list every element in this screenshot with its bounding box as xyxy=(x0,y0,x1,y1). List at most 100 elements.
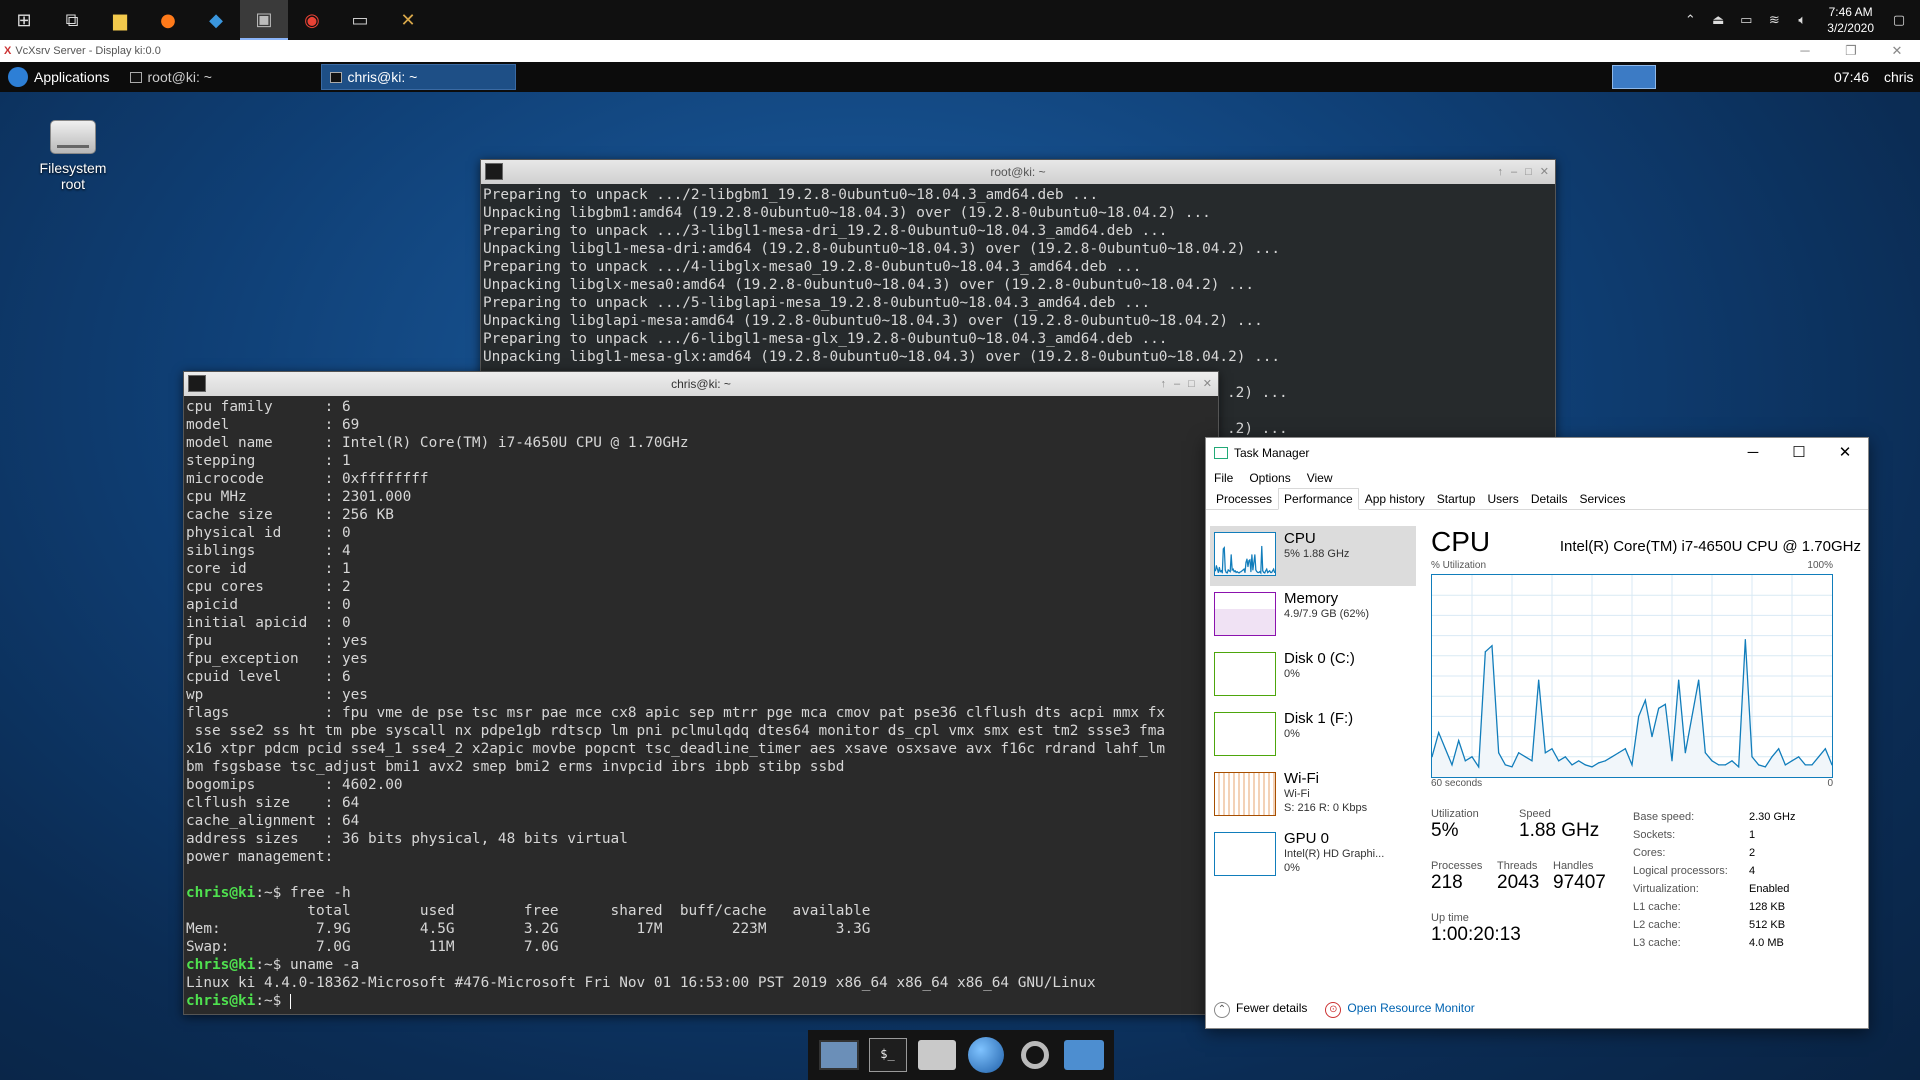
close-button[interactable]: ✕ xyxy=(1203,372,1212,396)
wifi-icon[interactable]: ≋ xyxy=(1765,13,1783,28)
prompt-suffix: :~$ xyxy=(255,993,290,1009)
prompt-line[interactable]: chris@ki:~$ xyxy=(186,992,1216,1010)
close-button[interactable]: ✕ xyxy=(1540,160,1549,184)
cpu-point xyxy=(1771,756,1773,758)
cpuinfo-line: fpu : yes xyxy=(186,633,368,649)
battery-icon[interactable]: ▭ xyxy=(1737,13,1755,28)
tab-processes[interactable]: Processes xyxy=(1210,488,1278,509)
cpuinfo-line: cache size : 256 KB xyxy=(186,507,394,523)
chris-terminal-titlebar[interactable]: chris@ki: ~ ↑ – □ ✕ xyxy=(184,372,1218,396)
cpu-model: Intel(R) Core(TM) i7-4650U CPU @ 1.70GHz xyxy=(1559,538,1861,555)
panel-clock[interactable]: 07:46 xyxy=(1834,62,1869,92)
cpu-point xyxy=(1638,715,1640,717)
disk0-mini-graph xyxy=(1214,652,1276,696)
disk1-mini-graph xyxy=(1214,712,1276,756)
usb-icon[interactable]: ⏏ xyxy=(1709,13,1727,28)
sidebar-item-memory[interactable]: Memory 4.9/7.9 GB (62%) xyxy=(1210,586,1416,646)
task-view-icon[interactable]: ⧉ xyxy=(48,0,96,40)
chris-terminal-window[interactable]: chris@ki: ~ ↑ – □ ✕ cpu family : 6 model … xyxy=(183,371,1219,1015)
command: free -h xyxy=(289,885,351,901)
volume-icon[interactable]: 🔈︎ xyxy=(1793,13,1811,28)
terminal-launcher-icon[interactable]: $_ xyxy=(867,1035,909,1075)
cpu-point xyxy=(1236,571,1238,573)
cpuinfo-line: physical id : 0 xyxy=(186,525,351,541)
task-manager-window[interactable]: Task Manager ─ ☐ ✕ File Options View Pro… xyxy=(1205,437,1869,1029)
tab-performance[interactable]: Performance xyxy=(1278,488,1359,510)
task-root-terminal[interactable]: root@ki: ~ xyxy=(122,64,317,90)
cpu-point xyxy=(1263,571,1265,574)
root-terminal-titlebar[interactable]: root@ki: ~ ↑ – □ ✕ xyxy=(481,160,1555,184)
sidebar-item-cpu[interactable]: CPU 5% 1.88 GHz xyxy=(1210,526,1416,586)
tab-startup[interactable]: Startup xyxy=(1431,488,1482,509)
maximize-button[interactable]: □ xyxy=(1188,372,1195,396)
menu-file[interactable]: File xyxy=(1214,471,1233,485)
chrome-icon[interactable]: ◉ xyxy=(288,0,336,40)
sidebar-item-disk0[interactable]: Disk 0 (C:) 0% xyxy=(1210,646,1416,706)
terminal-line: Preparing to unpack .../6-libgl1-mesa-gl… xyxy=(483,331,1168,347)
menu-options[interactable]: Options xyxy=(1249,471,1290,485)
minimize-button[interactable]: – xyxy=(1511,160,1517,184)
notification-icon[interactable]: ▢ xyxy=(1890,13,1908,28)
tab-details[interactable]: Details xyxy=(1525,488,1574,509)
tab-users[interactable]: Users xyxy=(1481,488,1524,509)
cpu-point xyxy=(1272,570,1274,572)
vcxsrv-title: VcXsrv Server - Display ki:0.0 xyxy=(15,45,161,57)
restore-button[interactable]: ❐ xyxy=(1828,40,1874,62)
cpu-point xyxy=(1246,558,1248,560)
minimize-button[interactable]: ─ xyxy=(1782,40,1828,62)
menu-view[interactable]: View xyxy=(1307,471,1333,485)
terminal-icon[interactable]: ▭ xyxy=(336,0,384,40)
file-manager-icon[interactable] xyxy=(1063,1035,1105,1075)
maximize-button[interactable]: ☐ xyxy=(1776,438,1822,468)
chevron-up-icon[interactable]: ⌃ xyxy=(1681,13,1699,28)
applications-menu[interactable]: Applications xyxy=(0,62,118,92)
close-button[interactable]: ✕ xyxy=(1874,40,1920,62)
threads-label: Threads xyxy=(1497,860,1538,872)
stick-button[interactable]: ↑ xyxy=(1498,160,1504,184)
cpu-point xyxy=(1227,569,1229,571)
xlaunch-icon[interactable]: ✕ xyxy=(384,0,432,40)
sidebar-item-gpu0[interactable]: GPU 0 Intel(R) HD Graphi... 0% xyxy=(1210,826,1416,886)
open-resource-monitor-link[interactable]: ⊙ Open Resource Monitor xyxy=(1325,1001,1475,1018)
chris-terminal-output[interactable]: cpu family : 6 model : 69 model name : Int… xyxy=(184,396,1218,1016)
app-finder-icon[interactable] xyxy=(1014,1035,1056,1075)
panel-user[interactable]: chris xyxy=(1884,62,1914,92)
workspace-switcher[interactable] xyxy=(1612,65,1656,89)
spec-key: L3 cache: xyxy=(1633,937,1681,949)
filesystem-root-icon[interactable]: Filesystem root xyxy=(24,120,122,192)
minimize-button[interactable]: ─ xyxy=(1730,438,1776,468)
cpu-point xyxy=(1744,639,1746,641)
fewer-details-button[interactable]: ⌃ Fewer details xyxy=(1214,1001,1307,1018)
cpu-point xyxy=(1671,760,1673,762)
spec-key: Sockets: xyxy=(1633,829,1676,841)
close-button[interactable]: ✕ xyxy=(1822,438,1868,468)
tab-services[interactable]: Services xyxy=(1574,488,1632,509)
window-title: root@ki: ~ xyxy=(990,165,1046,179)
minimize-button[interactable]: – xyxy=(1174,372,1180,396)
cpu-point xyxy=(1658,707,1660,709)
cpu-point xyxy=(1611,756,1613,758)
vcxsrv-icon[interactable]: ▣ xyxy=(240,0,288,40)
min-axis-label: 0 xyxy=(1827,778,1833,789)
sidebar-item-wifi[interactable]: Wi-Fi Wi-Fi S: 216 R: 0 Kbps xyxy=(1210,766,1416,826)
task-chris-terminal[interactable]: chris@ki: ~ xyxy=(320,64,516,90)
wifi-mini-graph xyxy=(1214,772,1276,816)
processes-label: Processes xyxy=(1431,860,1483,872)
stick-button[interactable]: ↑ xyxy=(1161,372,1167,396)
vscode-icon[interactable]: ◆ xyxy=(192,0,240,40)
tab-app-history[interactable]: App history xyxy=(1359,488,1431,509)
home-folder-icon[interactable] xyxy=(916,1035,958,1075)
show-desktop-icon[interactable] xyxy=(818,1035,860,1075)
file-explorer-icon[interactable]: ▆ xyxy=(96,0,144,40)
cpu-point xyxy=(1222,548,1224,550)
windows-start-icon[interactable]: ⊞ xyxy=(0,0,48,40)
cpuinfo-line: cpu MHz : 2301.000 xyxy=(186,489,412,505)
cpu-mini-graph xyxy=(1214,532,1276,576)
drive-icon xyxy=(50,120,96,154)
taskbar-clock[interactable]: 7:46 AM 3/2/2020 xyxy=(1821,4,1880,36)
web-browser-icon[interactable] xyxy=(965,1035,1007,1075)
task-manager-titlebar[interactable]: Task Manager ─ ☐ ✕ xyxy=(1206,438,1868,468)
firefox-icon[interactable]: ● xyxy=(144,0,192,40)
maximize-button[interactable]: □ xyxy=(1525,160,1532,184)
sidebar-item-disk1[interactable]: Disk 1 (F:) 0% xyxy=(1210,706,1416,766)
